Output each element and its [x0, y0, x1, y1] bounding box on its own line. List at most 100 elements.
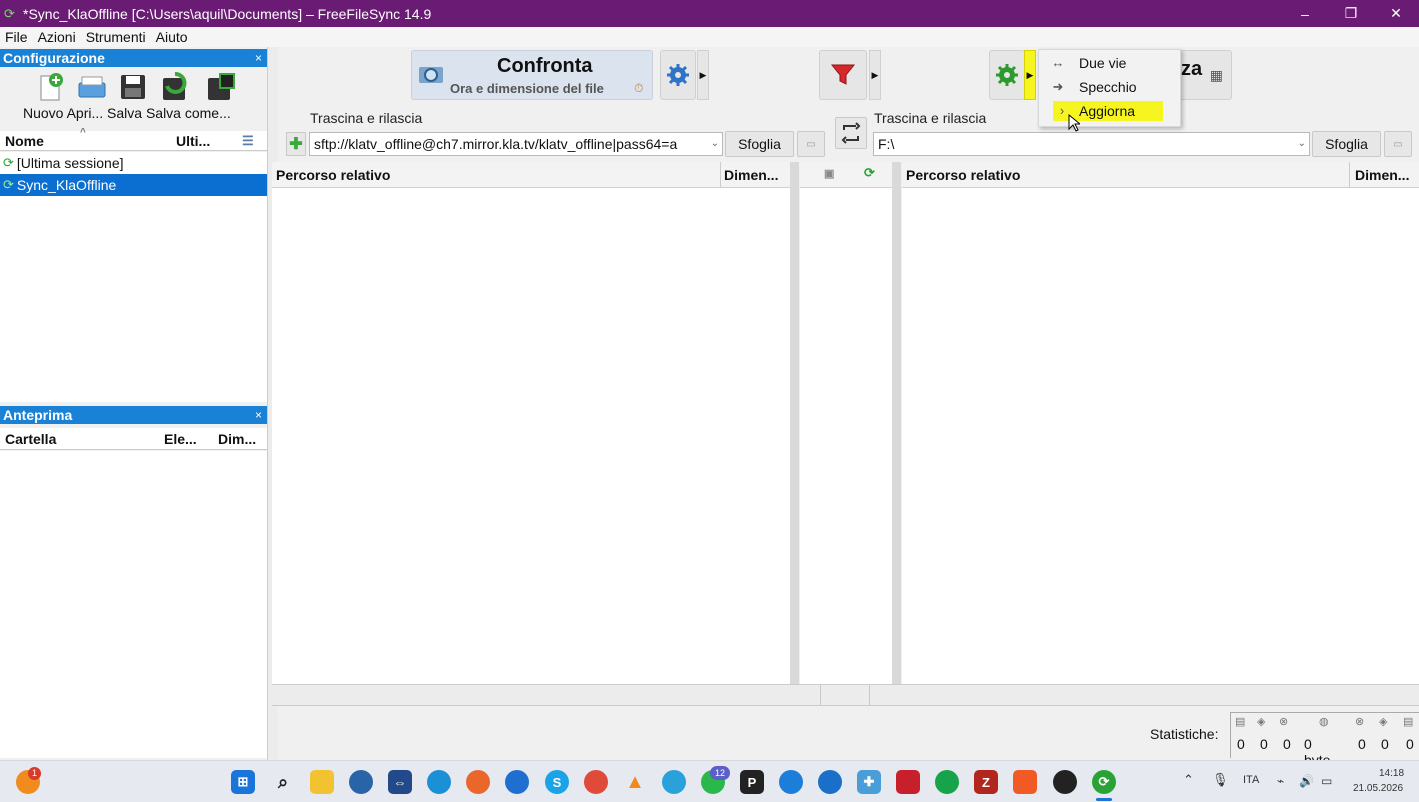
- swap-sides-button[interactable]: [835, 117, 867, 149]
- freefilesync-icon: ⟳: [4, 5, 15, 21]
- brave-icon[interactable]: [1013, 770, 1037, 794]
- save-as-batch-button[interactable]: [204, 71, 238, 103]
- col-folder[interactable]: Cartella: [5, 431, 56, 447]
- battery-icon[interactable]: ▭: [1321, 774, 1332, 788]
- skype-icon[interactable]: S: [545, 770, 569, 794]
- green-app-icon[interactable]: [935, 770, 959, 794]
- tray-date[interactable]: 21.05.2026: [1353, 783, 1403, 794]
- filezilla-icon[interactable]: Z: [974, 770, 998, 794]
- compare-label: Confronta: [497, 55, 593, 77]
- add-folder-pair-button[interactable]: ✚: [286, 132, 306, 156]
- save-icon: [121, 75, 145, 99]
- filter-funnel-icon: [830, 64, 856, 85]
- network-icon[interactable]: ⌁: [1277, 774, 1284, 788]
- clock-icon: ⏱: [634, 81, 644, 95]
- save-as-config-button[interactable]: [159, 71, 193, 103]
- divider: [820, 685, 821, 705]
- minimize-button[interactable]: –: [1282, 0, 1328, 27]
- tray-time[interactable]: 14:18: [1379, 768, 1404, 779]
- right-col-size[interactable]: Dimen...: [1355, 167, 1409, 183]
- new-config-button[interactable]: [34, 71, 68, 103]
- right-col-path[interactable]: Percorso relativo: [906, 167, 1020, 183]
- microphone-icon[interactable]: 🎙: [1212, 772, 1229, 788]
- left-col-path[interactable]: Percorso relativo: [276, 167, 390, 183]
- menu-item-update[interactable]: › Aggiorna: [1039, 100, 1180, 122]
- start-icon[interactable]: ⊞: [231, 770, 255, 794]
- checkbox-column-icon[interactable]: ▣: [824, 167, 834, 180]
- config-item-sync-klaoffline[interactable]: ⟳ Sync_KlaOffline: [0, 174, 267, 196]
- left-browse-button[interactable]: Sfoglia: [725, 131, 794, 157]
- close-button[interactable]: ✕: [1373, 0, 1419, 27]
- two-way-arrow-icon: ↔: [1051, 55, 1065, 70]
- filter-button[interactable]: [819, 50, 867, 100]
- col-items[interactable]: Ele...: [164, 431, 197, 447]
- open-config-button[interactable]: [75, 71, 109, 103]
- right-browse-button[interactable]: Sfoglia: [1312, 131, 1381, 157]
- preview-panel-close-icon[interactable]: ×: [255, 406, 262, 424]
- menu-item-mirror[interactable]: ➜ Specchio: [1039, 76, 1180, 98]
- app-p-icon[interactable]: P: [740, 770, 764, 794]
- col-last-sync[interactable]: Ulti...: [176, 133, 210, 149]
- middle-action-grid[interactable]: [800, 188, 892, 684]
- menu-file[interactable]: File: [0, 29, 33, 45]
- chevron-down-icon[interactable]: ⌄: [711, 133, 719, 155]
- gear-blue-icon: [667, 64, 689, 86]
- teamviewer-icon[interactable]: ⇔: [388, 770, 412, 794]
- config-panel-close-icon[interactable]: ×: [255, 49, 262, 67]
- compare-magnifier-icon: [419, 67, 443, 83]
- config-item-last-session[interactable]: ⟳ [Ultima sessione]: [0, 152, 267, 174]
- obs-icon[interactable]: [1053, 770, 1077, 794]
- horizontal-scrollbar[interactable]: [272, 684, 1419, 706]
- compare-button[interactable]: Confronta Ora e dimensione del file ⏱: [411, 50, 653, 100]
- right-file-grid[interactable]: [902, 188, 1419, 684]
- vlc-icon[interactable]: ▲: [623, 770, 647, 794]
- sync-variant-arrow[interactable]: ▶: [1024, 50, 1036, 100]
- puzzle-icon[interactable]: ✚: [857, 770, 881, 794]
- column-options-icon[interactable]: ☰: [242, 133, 254, 149]
- chevron-down-icon[interactable]: ⌄: [1298, 133, 1306, 155]
- col-name[interactable]: Nome: [5, 133, 44, 149]
- sync-settings-button[interactable]: [989, 50, 1025, 100]
- menu-aiuto[interactable]: Aiuto: [151, 29, 193, 45]
- volume-icon[interactable]: 🔊: [1299, 774, 1314, 788]
- edge-icon[interactable]: [427, 770, 451, 794]
- chat-icon[interactable]: [584, 770, 608, 794]
- menu-item-two-way[interactable]: ↔ Due vie: [1039, 52, 1180, 74]
- tray-language[interactable]: ITA: [1243, 774, 1259, 786]
- sync-app-icon[interactable]: [779, 770, 803, 794]
- file-explorer-icon[interactable]: [310, 770, 334, 794]
- left-file-grid[interactable]: [272, 188, 790, 684]
- maximize-button[interactable]: ❐: [1328, 0, 1374, 27]
- save-config-button[interactable]: [116, 71, 150, 103]
- left-folder-input[interactable]: sftp://klatv_offline@ch7.mirror.kla.tv/k…: [309, 132, 723, 156]
- right-folder-input[interactable]: F:\ ⌄: [873, 132, 1310, 156]
- config-list-header: Nome ^ Ulti... ☰: [0, 127, 267, 151]
- telegram-icon[interactable]: [662, 770, 686, 794]
- col-size[interactable]: Dim...: [218, 431, 256, 447]
- left-cloud-button[interactable]: ▭: [797, 131, 825, 157]
- compare-settings-button[interactable]: [660, 50, 696, 100]
- tray-chevron-up-icon[interactable]: ⌃: [1183, 772, 1194, 788]
- preview-list-header: Cartella Ele... Dim...: [0, 428, 267, 450]
- mouse-cursor-icon: [1068, 114, 1080, 132]
- network-app-icon[interactable]: [818, 770, 842, 794]
- browser-icon[interactable]: [349, 770, 373, 794]
- synchronize-label: za: [1181, 58, 1203, 80]
- config-toolbar-labels: Nuovo Apri... Salva Salva come...: [23, 105, 231, 121]
- left-col-size[interactable]: Dimen...: [724, 167, 778, 183]
- firefox-icon[interactable]: [466, 770, 490, 794]
- search-icon[interactable]: ⌕: [271, 770, 295, 794]
- filter-arrow[interactable]: ▶: [869, 50, 881, 100]
- left-grid-scroll[interactable]: [790, 162, 799, 684]
- right-grid-splitter[interactable]: [892, 162, 901, 684]
- sync-action-icon[interactable]: ⟳: [864, 165, 875, 181]
- menu-azioni[interactable]: Azioni: [33, 29, 81, 45]
- config-panel-title: Configurazione: [3, 50, 105, 66]
- save-as-icon: [208, 73, 235, 100]
- thunderbird-icon[interactable]: [505, 770, 529, 794]
- menu-strumenti[interactable]: Strumenti: [81, 29, 151, 45]
- right-cloud-button[interactable]: ▭: [1384, 131, 1412, 157]
- media-app-icon[interactable]: [896, 770, 920, 794]
- freefilesync-taskbar-icon[interactable]: ⟳: [1092, 770, 1116, 794]
- compare-settings-arrow[interactable]: ▶: [697, 50, 709, 100]
